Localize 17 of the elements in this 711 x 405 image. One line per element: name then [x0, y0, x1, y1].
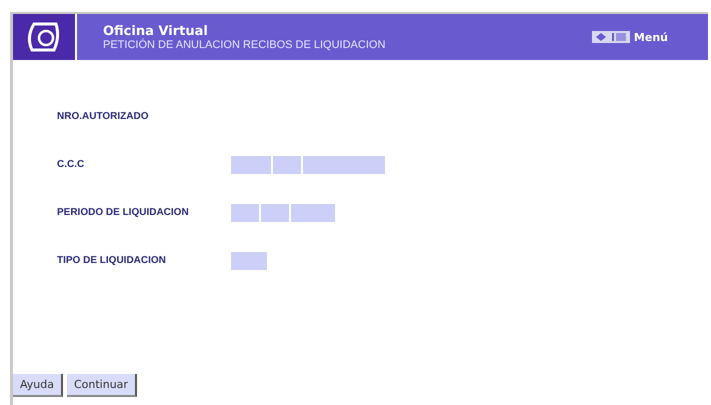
input-field[interactable]: [231, 252, 267, 270]
menu-link[interactable]: Menú: [634, 30, 668, 44]
field-label: C.C.C: [57, 159, 86, 170]
input-field[interactable]: [261, 204, 289, 222]
help-button[interactable]: Ayuda: [13, 374, 63, 397]
input-field[interactable]: [273, 156, 301, 174]
input-field[interactable]: [231, 204, 259, 222]
page-title: PETICIÓN DE ANULACION RECIBOS DE LIQUIDACION: [103, 38, 386, 50]
continue-button[interactable]: Continuar: [66, 374, 137, 397]
input-field[interactable]: [303, 156, 385, 174]
input-field[interactable]: [291, 204, 335, 222]
field-label: NRO.AUTORIZADO: [57, 111, 150, 122]
menu-toolbar-icon[interactable]: [592, 31, 630, 43]
app-title: Oficina Virtual: [103, 24, 209, 38]
input-field[interactable]: [231, 156, 271, 174]
field-label: PERIODO DE LIQUIDACION: [57, 207, 190, 218]
field-label: TIPO DE LIQUIDACION: [57, 255, 167, 266]
